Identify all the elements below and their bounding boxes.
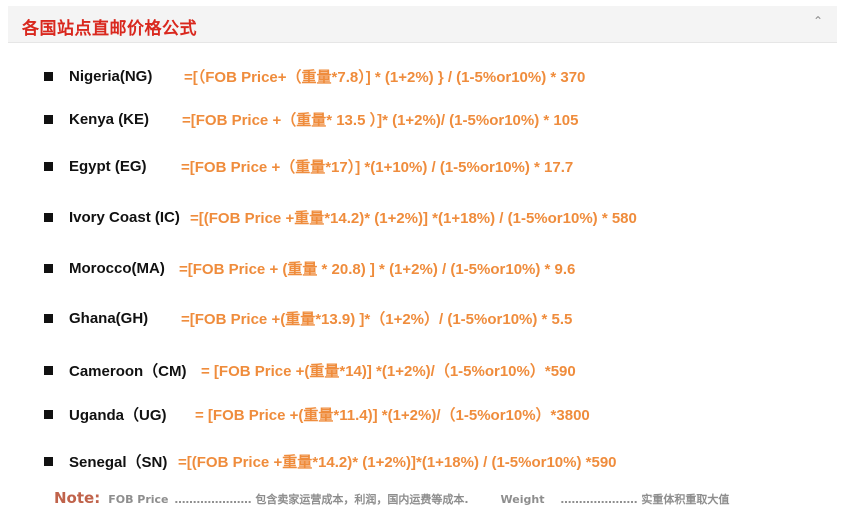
price-formula: =[（FOB Price+（重量*7.8）] * (1+2%) } / (1-5… [184, 68, 586, 86]
square-bullet-icon [44, 114, 53, 124]
square-bullet-icon [44, 456, 53, 466]
country-name: Nigeria(NG) [69, 67, 153, 85]
formula-row-ivory-coast: Ivory Coast (IC) =[(FOB Price +重量*14.2)*… [44, 205, 637, 229]
collapse-chevron-icon[interactable]: ⌃ [813, 14, 823, 28]
footnote: Note: FOB Price ………………… 包含卖家运营成本，利润，国内运费… [54, 489, 729, 507]
square-bullet-icon [44, 71, 53, 81]
note-label: Note: [54, 489, 101, 507]
country-name: Uganda（UG) [69, 406, 167, 424]
country-name: Cameroon（CM) [69, 362, 187, 380]
formula-row-senegal: Senegal（SN) =[(FOB Price +重量*14.2)* (1+2… [44, 449, 617, 473]
country-name: Ivory Coast (IC) [69, 208, 180, 226]
formula-row-morocco: Morocco(MA) =[FOB Price + (重量 * 20.8) ] … [44, 256, 575, 280]
square-bullet-icon [44, 161, 53, 171]
note-fob-term: FOB Price [108, 493, 169, 506]
section-header[interactable]: 各国站点直邮价格公式 ⌃ [8, 6, 837, 43]
note-weight-term: Weight [500, 493, 545, 506]
price-formula: = [FOB Price +(重量*11.4)] *(1+2%)/（1-5%or… [195, 406, 590, 424]
price-formula: =[FOB Price +(重量*13.9) ]*（1+2%）/ (1-5%or… [181, 310, 573, 328]
page-title: 各国站点直邮价格公式 [22, 19, 197, 38]
formula-row-ghana: Ghana(GH) =[FOB Price +(重量*13.9) ]*（1+2%… [44, 306, 572, 330]
formula-row-egypt: Egypt (EG) =[FOB Price +（重量*17）] *(1+10%… [44, 154, 573, 178]
square-bullet-icon [44, 263, 53, 273]
price-formula: =[(FOB Price +重量*14.2)* (1+2%)]*(1+18%) … [178, 453, 617, 471]
formula-row-nigeria: Nigeria(NG) =[（FOB Price+（重量*7.8）] * (1+… [44, 64, 585, 88]
square-bullet-icon [44, 365, 53, 375]
formula-row-kenya: Kenya (KE) =[FOB Price +（重量* 13.5 ）]* (1… [44, 107, 578, 131]
country-name: Senegal（SN) [69, 453, 168, 471]
note-fob-description: ………………… 包含卖家运营成本，利润，国内运费等成本. [174, 493, 469, 506]
square-bullet-icon [44, 409, 53, 419]
country-name: Kenya (KE) [69, 110, 150, 128]
price-formula: =[FOB Price +（重量* 13.5 ）]* (1+2%)/ (1-5%… [182, 111, 579, 129]
note-weight-description: ………………… 实重体积重取大值 [560, 493, 730, 506]
price-formula: =[FOB Price +（重量*17）] *(1+10%) / (1-5%or… [181, 158, 574, 176]
country-name: Ghana(GH) [69, 309, 149, 327]
country-name: Egypt (EG) [69, 157, 147, 175]
square-bullet-icon [44, 212, 53, 222]
country-name: Morocco(MA) [69, 259, 165, 277]
price-formula: =[(FOB Price +重量*14.2)* (1+2%)] *(1+18%)… [190, 209, 637, 227]
formula-row-cameroon: Cameroon（CM) = [FOB Price +(重量*14)] *(1+… [44, 358, 576, 382]
formula-row-uganda: Uganda（UG) = [FOB Price +(重量*11.4)] *(1+… [44, 402, 590, 426]
square-bullet-icon [44, 313, 53, 323]
price-formula: = [FOB Price +(重量*14)] *(1+2%)/（1-5%or10… [201, 362, 576, 380]
price-formula: =[FOB Price + (重量 * 20.8) ] * (1+2%) / (… [179, 260, 576, 278]
